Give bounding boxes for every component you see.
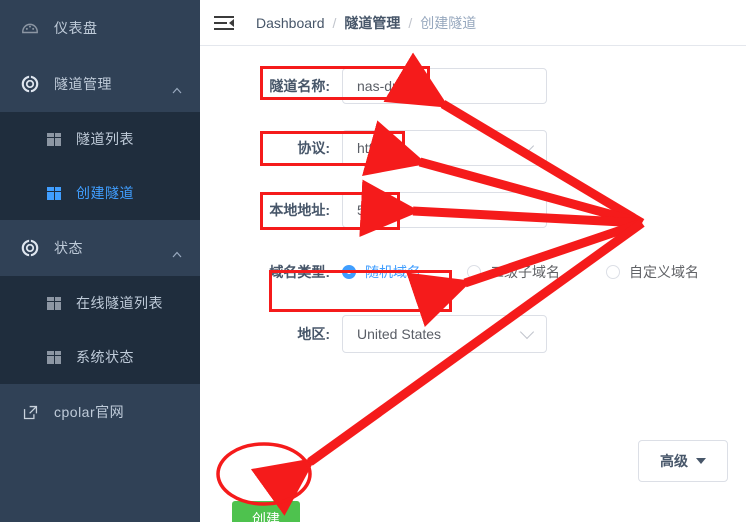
grid-icon [46, 131, 62, 147]
sidebar-item-status[interactable]: 状态 [0, 220, 200, 276]
sidebar-submenu-status: 在线隧道列表 系统状态 [0, 276, 200, 384]
sidebar-item-create-tunnel[interactable]: 创建隧道 [0, 166, 200, 220]
breadcrumb-separator: / [408, 14, 413, 31]
radio-subdomain[interactable]: 二级子域名 [467, 262, 560, 282]
sidebar-item-system-status[interactable]: 系统状态 [0, 330, 200, 384]
local-address-label: 本地地址: [269, 202, 330, 218]
radio-custom-domain[interactable]: 自定义域名 [606, 262, 699, 282]
external-link-icon [20, 402, 40, 422]
grid-icon [46, 349, 62, 365]
sidebar-item-cpolar-website[interactable]: cpolar官网 [0, 384, 200, 440]
region-value: United States [357, 326, 442, 342]
create-button-label: 创建 [252, 511, 280, 522]
tunnel-name-value: nas-driver [357, 78, 420, 94]
region-select[interactable]: United States [342, 315, 547, 353]
radio-dot [467, 265, 481, 279]
protocol-value: http [357, 140, 381, 156]
tunnel-name-input[interactable]: nas-driver [342, 68, 547, 104]
grid-icon [46, 185, 62, 201]
hamburger-collapse-icon[interactable] [214, 13, 234, 33]
sidebar-item-label: cpolar官网 [54, 404, 125, 420]
region-label: 地区: [297, 326, 330, 342]
chevron-down-icon [519, 324, 535, 339]
caret-down-icon [696, 458, 706, 464]
sidebar-item-tunnel-management[interactable]: 隧道管理 [0, 56, 200, 112]
create-tunnel-form: 隧道名称: nas-driver 协议: http 本地地址: 5000 域名类… [200, 46, 746, 522]
local-address-input[interactable]: 5000 [342, 192, 547, 228]
chevron-down-icon [519, 138, 535, 153]
dashboard-icon [20, 18, 40, 38]
protocol-select[interactable]: http [342, 130, 547, 166]
create-button[interactable]: 创建 [232, 501, 300, 522]
sidebar: 仪表盘 隧道管理 隧道列表 创建隧道 状态 在线隧道列表 系统状态 cpolar… [0, 0, 200, 522]
radio-random-domain[interactable]: 随机域名 [342, 262, 421, 282]
radio-label: 随机域名 [365, 264, 421, 280]
radio-label: 自定义域名 [629, 264, 699, 280]
top-bar: Dashboard / 隧道管理 / 创建隧道 [200, 0, 746, 46]
radio-dot [606, 265, 620, 279]
domain-type-label: 域名类型: [269, 264, 330, 280]
breadcrumb-item-create-tunnel: 创建隧道 [420, 14, 477, 31]
sidebar-item-label: 隧道管理 [54, 76, 112, 92]
form-row-protocol: 协议: http [200, 128, 746, 168]
form-row-local-address: 本地地址: 5000 [200, 190, 746, 230]
form-row-tunnel-name: 隧道名称: nas-driver [200, 66, 746, 106]
breadcrumb-item-dashboard[interactable]: Dashboard [256, 15, 325, 31]
app-root: 仪表盘 隧道管理 隧道列表 创建隧道 状态 在线隧道列表 系统状态 cpolar… [0, 0, 746, 522]
breadcrumb: Dashboard / 隧道管理 / 创建隧道 [256, 13, 476, 33]
protocol-label: 协议: [297, 140, 330, 156]
radio-label: 二级子域名 [490, 264, 560, 280]
sidebar-item-label: 系统状态 [76, 349, 134, 365]
breadcrumb-separator: / [332, 14, 337, 31]
grid-icon [46, 295, 62, 311]
chevron-up-icon [172, 81, 182, 94]
chevron-up-icon [172, 245, 182, 258]
main-content: Dashboard / 隧道管理 / 创建隧道 隧道名称: nas-driver… [200, 0, 746, 522]
sidebar-submenu-tunnel: 隧道列表 创建隧道 [0, 112, 200, 220]
breadcrumb-item-tunnel-management[interactable]: 隧道管理 [344, 13, 400, 33]
form-row-domain-type: 域名类型: 随机域名 二级子域名 自定义域名 [200, 252, 746, 292]
tunnel-name-label: 隧道名称: [269, 78, 330, 94]
sidebar-item-label: 在线隧道列表 [76, 295, 163, 311]
sidebar-item-label: 仪表盘 [54, 20, 98, 36]
sidebar-item-label: 创建隧道 [76, 185, 134, 201]
sidebar-item-tunnel-list[interactable]: 隧道列表 [0, 112, 200, 166]
sidebar-item-online-tunnel-list[interactable]: 在线隧道列表 [0, 276, 200, 330]
sidebar-item-label: 状态 [54, 240, 83, 256]
domain-type-radio-group: 随机域名 二级子域名 自定义域名 [342, 262, 745, 282]
form-row-region: 地区: United States [200, 314, 746, 354]
ring-icon [20, 238, 40, 258]
local-address-value: 5000 [357, 202, 389, 218]
radio-dot [342, 265, 356, 279]
ring-icon [20, 74, 40, 94]
sidebar-item-label: 隧道列表 [76, 131, 134, 147]
advanced-button-label: 高级 [660, 453, 688, 469]
sidebar-item-dashboard[interactable]: 仪表盘 [0, 0, 200, 56]
advanced-button[interactable]: 高级 [638, 440, 728, 482]
